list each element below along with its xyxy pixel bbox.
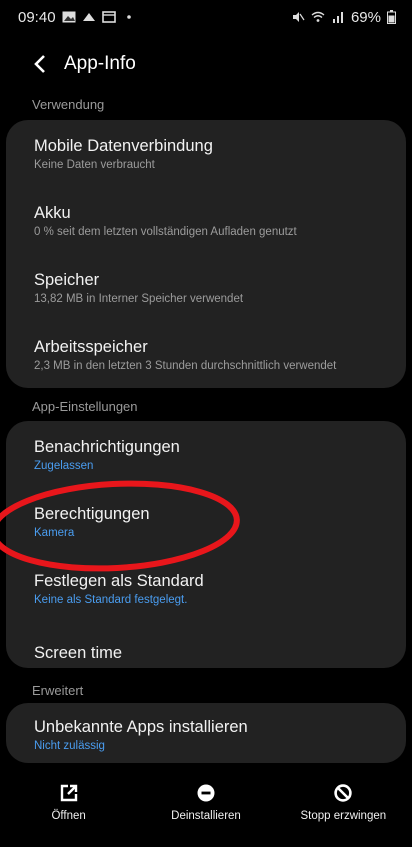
item-subtitle: 13,82 MB in Interner Speicher verwendet — [34, 293, 244, 305]
open-external-icon — [60, 784, 77, 802]
battery-percentage: 69% — [350, 8, 381, 26]
item-subtitle: Zugelassen — [34, 460, 94, 472]
mobile-data-item[interactable]: Mobile Datenverbindung Keine Daten verbr… — [6, 120, 406, 187]
item-subtitle: Nicht zulässig — [34, 740, 105, 752]
open-button[interactable]: Öffnen — [4, 772, 134, 822]
back-arrow-icon — [34, 55, 45, 73]
battery-item[interactable]: Akku 0 % seit dem letzten vollständigen … — [6, 187, 406, 254]
install-unknown-apps-item[interactable]: Unbekannte Apps installieren Nicht zuläs… — [6, 703, 406, 763]
permissions-item[interactable]: Berechtigungen Kamera — [6, 488, 406, 555]
item-title: Screen time — [34, 644, 123, 662]
section-header-app-settings: App-Einstellungen — [32, 399, 138, 414]
usage-card: Mobile Datenverbindung Keine Daten verbr… — [6, 120, 406, 388]
item-subtitle: Keine Daten verbraucht — [34, 159, 155, 171]
gallery-icon — [62, 11, 76, 23]
set-as-default-item[interactable]: Festlegen als Standard Keine als Standar… — [6, 555, 406, 622]
mute-icon — [292, 12, 305, 22]
memory-item[interactable]: Arbeitsspeicher 2,3 MB in den letzten 3 … — [6, 321, 406, 388]
storage-item[interactable]: Speicher 13,82 MB in Interner Speicher v… — [6, 254, 406, 321]
force-stop-label: Stopp erzwingen — [300, 810, 387, 822]
battery-icon — [387, 10, 396, 24]
screen-time-item[interactable]: Screen time — [6, 622, 406, 668]
status-bar: 09:40 69% — [0, 0, 412, 34]
force-stop-icon — [334, 784, 353, 802]
status-time: 09:40 — [18, 8, 56, 26]
bottom-action-bar: Öffnen Deinstallieren Stopp erzwingen — [0, 772, 412, 847]
item-subtitle: 0 % seit dem letzten vollständigen Aufla… — [34, 226, 297, 238]
page-title: App-Info — [64, 53, 136, 74]
section-header-usage: Verwendung — [32, 97, 105, 112]
item-title: Unbekannte Apps installieren — [34, 718, 248, 736]
wifi-icon — [311, 11, 325, 22]
dot-icon — [126, 15, 131, 19]
item-title: Arbeitsspeicher — [34, 338, 148, 356]
cloud-icon — [82, 13, 95, 21]
notifications-item[interactable]: Benachrichtigungen Zugelassen — [6, 421, 406, 488]
uninstall-label: Deinstallieren — [171, 810, 241, 822]
item-title: Mobile Datenverbindung — [34, 137, 213, 155]
section-header-advanced: Erweitert — [32, 683, 84, 698]
item-subtitle: Keine als Standard festgelegt. — [34, 594, 188, 606]
open-label: Öffnen — [51, 810, 86, 822]
app-bar: App-Info — [0, 40, 412, 88]
uninstall-button[interactable]: Deinstallieren — [141, 772, 271, 822]
message-icon — [101, 11, 116, 23]
item-subtitle: Kamera — [34, 527, 75, 539]
uninstall-icon — [197, 784, 215, 802]
app-settings-card: Benachrichtigungen Zugelassen Berechtigu… — [6, 421, 406, 668]
item-subtitle: 2,3 MB in den letzten 3 Stunden durchsch… — [34, 360, 337, 372]
force-stop-button[interactable]: Stopp erzwingen — [278, 772, 408, 822]
advanced-card: Unbekannte Apps installieren Nicht zuläs… — [6, 703, 406, 763]
item-title: Festlegen als Standard — [34, 572, 204, 590]
back-button[interactable] — [30, 54, 50, 74]
item-title: Speicher — [34, 271, 100, 289]
item-title: Berechtigungen — [34, 505, 150, 523]
item-title: Akku — [34, 204, 71, 222]
item-title: Benachrichtigungen — [34, 438, 180, 456]
signal-icon — [332, 12, 343, 23]
